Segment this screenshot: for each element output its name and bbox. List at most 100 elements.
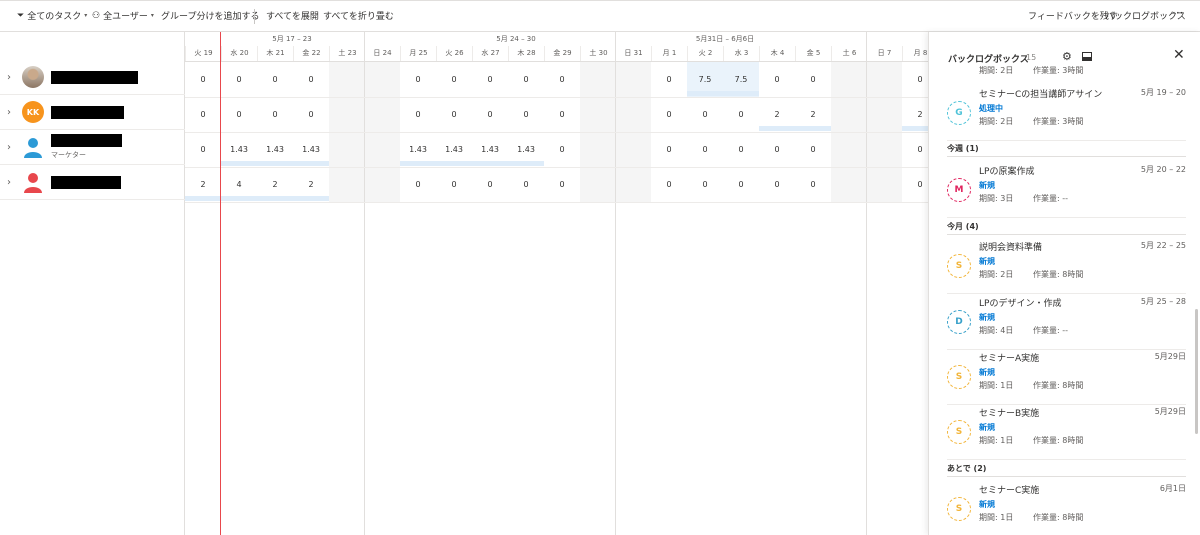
task-item[interactable]: G セミナーCの担当講師アサイン 5月 19 – 20 処理中 期間: 2日 作… (947, 85, 1186, 141)
person-row[interactable]: › マーケター (0, 130, 185, 165)
workload-cell[interactable]: 0 (436, 167, 472, 202)
redacted-name (51, 176, 121, 189)
expand-all-button[interactable]: すべてを展開 (266, 9, 319, 22)
day-header: 火 2 (687, 46, 723, 61)
task-item[interactable]: M LPの原案作成 5月 20 – 22 新規 期間: 3日 作業量: -- (947, 162, 1186, 218)
workload-cell[interactable]: 0 (293, 62, 329, 97)
workload-cell[interactable]: 0 (544, 132, 580, 167)
task-item[interactable]: S セミナーC実施 6月1日 新規 期間: 1日 作業量: 8時間 (947, 481, 1186, 535)
collapse-all-button[interactable]: すべてを折り畳む (323, 9, 394, 22)
workload-cell[interactable]: 0 (508, 62, 544, 97)
expand-chevron-icon[interactable]: › (7, 107, 11, 118)
workload-cell[interactable]: 0 (687, 97, 723, 132)
task-item[interactable]: D LPのデザイン・作成 5月 25 – 28 新規 期間: 4日 作業量: -… (947, 294, 1186, 350)
task-item[interactable]: S セミナーA実施 5月29日 新規 期間: 1日 作業量: 8時間 (947, 349, 1186, 405)
day-header: 木 28 (508, 46, 544, 61)
workload-bar (221, 161, 257, 166)
workload-cell[interactable]: 0 (436, 97, 472, 132)
workload-cell[interactable]: 0 (902, 62, 928, 97)
workload-cell[interactable]: 0 (723, 97, 759, 132)
workload-cell[interactable]: 0 (902, 132, 928, 167)
workload-cell[interactable]: 0 (544, 62, 580, 97)
task-item[interactable]: S 説明会資料準備 5月 22 – 25 新規 期間: 2日 作業量: 8時間 (947, 238, 1186, 294)
task-period: 期間: 1日 (979, 381, 1014, 390)
week-label: 5月 24 – 30 (496, 35, 536, 43)
day-header: 金 22 (293, 46, 329, 61)
all-tasks-filter[interactable]: ⏷ 全てのタスク ▾ (17, 9, 87, 23)
section-divider (947, 156, 1186, 157)
workload-cell[interactable]: 0 (651, 132, 687, 167)
all-users-filter[interactable]: ⚇ 全ユーザー ▾ (92, 9, 154, 23)
workload-cell[interactable]: 0 (795, 62, 831, 97)
task-period: 期間: 1日 (979, 436, 1014, 445)
task-effort: 作業量: 8時間 (1033, 381, 1084, 390)
workload-cell[interactable]: 0 (795, 167, 831, 202)
expand-chevron-icon[interactable]: › (7, 142, 11, 153)
workload-cell[interactable]: 0 (221, 62, 257, 97)
scrollbar[interactable] (1195, 309, 1198, 434)
task-period: 期間: 2日 (979, 117, 1014, 126)
workload-cell[interactable]: 0 (759, 132, 795, 167)
workload-cell[interactable]: 0 (221, 97, 257, 132)
task-date: 5月 25 – 28 (1140, 297, 1186, 306)
redacted-name (51, 71, 138, 84)
task-period: 期間: 2日 (979, 270, 1014, 279)
workload-cell[interactable]: 0 (400, 97, 436, 132)
task-period: 期間: 1日 (979, 513, 1014, 522)
task-item-partial[interactable]: 期間: 2日 作業量: 3時間 (929, 65, 1200, 79)
workload-cell[interactable]: 0 (508, 97, 544, 132)
task-initial-icon: S (947, 365, 971, 389)
workload-cell[interactable]: 0 (436, 62, 472, 97)
workload-cell[interactable]: 0 (723, 167, 759, 202)
workload-cell[interactable]: 0 (400, 167, 436, 202)
more-options-icon[interactable]: ··· (1172, 6, 1183, 20)
workload-cell[interactable]: 0 (185, 97, 221, 132)
panel-count: 15 (1026, 53, 1037, 62)
workload-bar (723, 91, 759, 96)
day-header: 日 7 (866, 46, 902, 61)
workload-cell[interactable]: 0 (472, 167, 508, 202)
task-status: 処理中 (979, 104, 1003, 113)
workload-bar (293, 161, 329, 166)
person-row[interactable]: › (0, 60, 185, 95)
workload-cell[interactable]: 0 (257, 62, 293, 97)
workload-cell[interactable]: 0 (759, 62, 795, 97)
expand-chevron-icon[interactable]: › (7, 72, 11, 83)
task-initial-icon: D (947, 310, 971, 334)
section-later: あとで (2) (947, 464, 987, 473)
gear-icon[interactable]: ⚙ (1062, 50, 1072, 63)
workload-cell[interactable]: 0 (759, 167, 795, 202)
workload-cell[interactable]: 0 (293, 97, 329, 132)
workload-cell[interactable]: 0 (472, 97, 508, 132)
day-header: 月 1 (651, 46, 687, 61)
task-item[interactable]: S セミナーB実施 5月29日 新規 期間: 1日 作業量: 8時間 (947, 404, 1186, 460)
workload-cell[interactable]: 0 (400, 62, 436, 97)
row-divider (185, 202, 928, 203)
workload-bar (436, 161, 472, 166)
workload-cell[interactable]: 0 (687, 132, 723, 167)
role-label: マーケター (51, 151, 86, 159)
workload-cell[interactable]: 0 (651, 62, 687, 97)
panel-layout-icon[interactable] (1082, 52, 1092, 61)
workload-cell[interactable]: 0 (257, 97, 293, 132)
task-initial-icon: S (947, 497, 971, 521)
workload-cell[interactable]: 0 (185, 62, 221, 97)
add-grouping-button[interactable]: グループ分けを追加する (161, 9, 259, 22)
close-icon[interactable]: ✕ (1173, 47, 1185, 63)
workload-cell[interactable]: 0 (651, 167, 687, 202)
person-row[interactable]: › KK (0, 95, 185, 130)
day-header: 火 19 (185, 46, 221, 61)
workload-cell[interactable]: 0 (508, 167, 544, 202)
workload-cell[interactable]: 0 (651, 97, 687, 132)
expand-chevron-icon[interactable]: › (7, 177, 11, 188)
workload-cell[interactable]: 0 (795, 132, 831, 167)
workload-cell[interactable]: 0 (472, 62, 508, 97)
person-row[interactable]: › (0, 165, 185, 200)
task-date: 5月29日 (1154, 407, 1186, 416)
workload-cell[interactable]: 0 (544, 97, 580, 132)
workload-cell[interactable]: 0 (902, 167, 928, 202)
workload-cell[interactable]: 0 (544, 167, 580, 202)
workload-cell[interactable]: 0 (185, 132, 221, 167)
workload-cell[interactable]: 0 (687, 167, 723, 202)
workload-cell[interactable]: 0 (723, 132, 759, 167)
